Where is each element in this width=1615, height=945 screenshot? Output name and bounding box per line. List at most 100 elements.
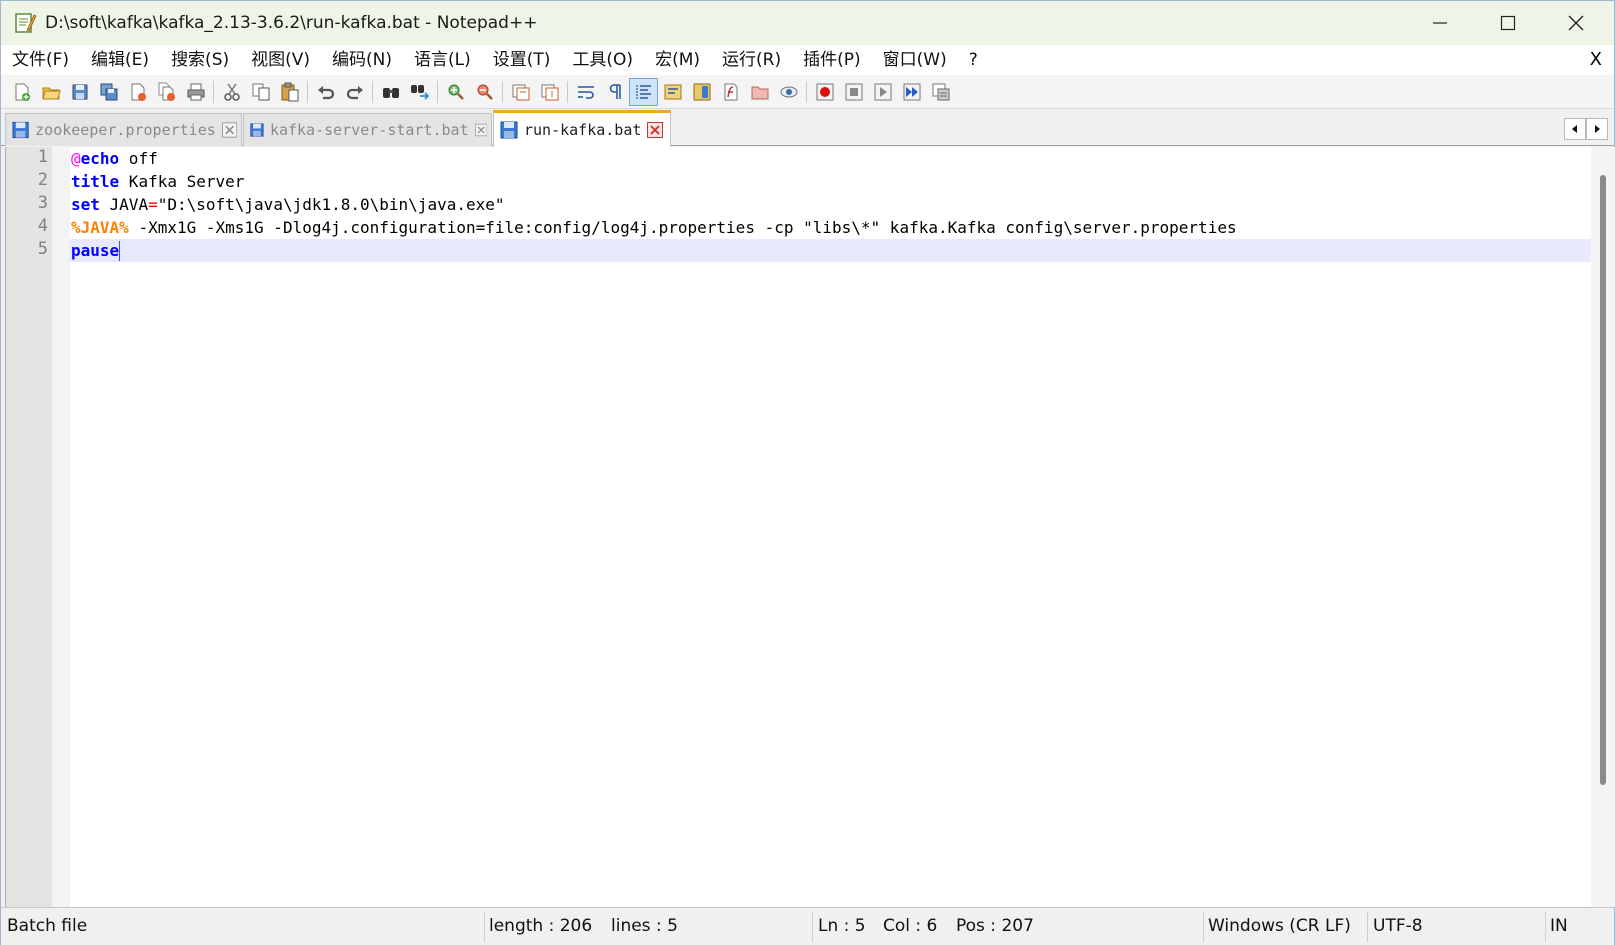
tab-close-icon[interactable] [647, 122, 664, 138]
tab-scroll-left-button[interactable] [1564, 118, 1586, 140]
code-line[interactable]: title Kafka Server [70, 170, 1591, 193]
code-line[interactable]: @echo off [70, 147, 1591, 170]
close-all-button[interactable] [152, 78, 181, 106]
toolbar-separator [437, 80, 438, 103]
menu-help[interactable]: ? [958, 45, 989, 75]
macro-save-button[interactable] [926, 78, 955, 106]
tab-close-icon[interactable] [474, 122, 487, 138]
menu-language[interactable]: 语言(L) [403, 45, 482, 75]
code-token: echo [80, 149, 120, 168]
menu-settings[interactable]: 设置(T) [482, 45, 562, 75]
macro-record-button[interactable] [810, 78, 839, 106]
redo-icon [346, 85, 363, 99]
fast-forward-icon [903, 83, 920, 100]
zoom-in-button[interactable] [441, 78, 470, 106]
menu-tools[interactable]: 工具(O) [561, 45, 644, 75]
open-file-button[interactable] [36, 78, 65, 106]
code-line[interactable]: set JAVA="D:\soft\java\jdk1.8.0\bin\java… [70, 193, 1591, 216]
sync-vertical-button[interactable] [506, 78, 535, 106]
menu-plugins[interactable]: 插件(P) [792, 45, 872, 75]
show-all-chars-icon [609, 83, 621, 99]
tab-close-icon[interactable] [221, 122, 237, 138]
status-bar: Batch file length : 206 lines : 5 Ln : 5… [1, 907, 1614, 945]
tab-zookeeper-properties[interactable]: zookeeper.properties [5, 113, 242, 146]
menu-file[interactable]: 文件(F) [1, 45, 80, 75]
toolbar-separator [806, 80, 807, 103]
code-line[interactable]: pause [70, 239, 1591, 262]
replace-button[interactable] [405, 78, 434, 106]
close-window-button[interactable] [1542, 1, 1610, 45]
menu-window[interactable]: 窗口(W) [872, 45, 958, 75]
status-insert-mode[interactable]: IN [1550, 916, 1568, 936]
find-button[interactable] [376, 78, 405, 106]
notepadpp-window: D:\soft\kafka\kafka_2.13-3.6.2\run-kafka… [0, 0, 1615, 945]
tab-scroll-right-button[interactable] [1586, 118, 1608, 140]
save-button[interactable] [65, 78, 94, 106]
scrollbar-thumb[interactable] [1600, 175, 1606, 785]
tab-kafka-server-start-bat[interactable]: kafka-server-start.bat [243, 113, 492, 146]
close-file-button[interactable] [123, 78, 152, 106]
code-text[interactable]: @echo off title Kafka Server set JAVA="D:\… [70, 147, 1591, 907]
menu-encoding[interactable]: 编码(N) [321, 45, 403, 75]
monitoring-button[interactable] [774, 78, 803, 106]
maximize-button[interactable] [1474, 1, 1542, 45]
tab-run-kafka-bat[interactable]: run-kafka.bat [493, 110, 671, 147]
doc-map-icon [693, 83, 710, 100]
replace-icon [410, 84, 429, 100]
line-number: 5 [37, 239, 48, 259]
code-line[interactable]: %JAVA% -Xmx1G -Xms1G -Dlog4j.configurati… [70, 216, 1591, 239]
line-number: 1 [37, 147, 48, 167]
toolbar [1, 75, 1614, 109]
menu-edit[interactable]: 编辑(E) [80, 45, 160, 75]
indent-guide-button[interactable] [629, 77, 658, 106]
copy-button[interactable] [246, 78, 275, 106]
status-ln: Ln : 5 [818, 916, 866, 936]
code-token: = [148, 195, 158, 214]
menu-view[interactable]: 视图(V) [240, 45, 321, 75]
zoom-out-icon [477, 84, 493, 100]
vertical-scrollbar[interactable] [1591, 147, 1615, 907]
word-wrap-button[interactable] [571, 78, 600, 106]
title-bar[interactable]: D:\soft\kafka\kafka_2.13-3.6.2\run-kafka… [1, 1, 1614, 45]
macro-run-multiple-button[interactable] [897, 78, 926, 106]
macro-save-icon [932, 83, 949, 100]
status-encoding[interactable]: UTF-8 [1373, 916, 1423, 936]
undo-button[interactable] [311, 78, 340, 106]
macro-stop-button[interactable] [839, 78, 868, 106]
zoom-out-button[interactable] [470, 78, 499, 106]
status-separator [1203, 912, 1204, 942]
redo-button[interactable] [340, 78, 369, 106]
tab-label: run-kafka.bat [524, 121, 642, 139]
status-eol[interactable]: Windows (CR LF) [1208, 916, 1351, 936]
doc-map-button[interactable] [687, 78, 716, 106]
stop-icon [845, 83, 862, 100]
cut-button[interactable] [217, 78, 246, 106]
toolbar-separator [567, 80, 568, 103]
menu-run[interactable]: 运行(R) [711, 45, 792, 75]
toolbar-separator [213, 80, 214, 103]
status-separator [812, 912, 813, 942]
save-all-icon [100, 83, 117, 100]
line-number: 3 [37, 193, 48, 213]
menu-search[interactable]: 搜索(S) [160, 45, 240, 75]
close-all-icon [158, 82, 175, 101]
function-list-icon [724, 83, 737, 100]
fold-margin[interactable] [52, 147, 70, 907]
function-list-button[interactable] [716, 78, 745, 106]
new-file-button[interactable] [7, 78, 36, 106]
menu-macro[interactable]: 宏(M) [644, 45, 711, 75]
editor-area[interactable]: 1 2 3 4 5 @echo off title Kafka Server set… [5, 147, 1615, 907]
show-all-chars-button[interactable] [600, 78, 629, 106]
print-button[interactable] [181, 78, 210, 106]
tab-label: zookeeper.properties [35, 121, 216, 139]
macro-play-button[interactable] [868, 78, 897, 106]
cut-icon [223, 83, 240, 101]
minimize-button[interactable] [1406, 1, 1474, 45]
folder-as-workspace-button[interactable] [745, 78, 774, 106]
code-token: JAVA [99, 195, 149, 214]
sync-horizontal-button[interactable] [535, 78, 564, 106]
udl-button[interactable] [658, 78, 687, 106]
save-all-button[interactable] [94, 78, 123, 106]
close-document-button[interactable]: X [1590, 45, 1602, 75]
paste-button[interactable] [275, 78, 304, 106]
